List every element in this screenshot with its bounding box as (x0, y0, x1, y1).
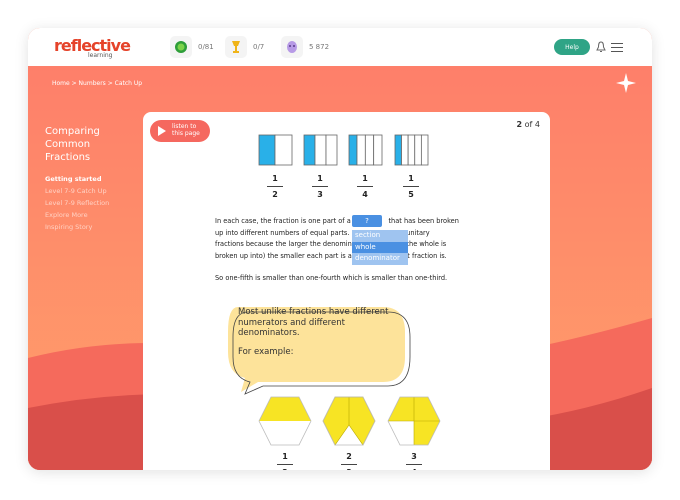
answer-dropdown[interactable]: ? (352, 215, 382, 227)
numerator: 1 (362, 174, 368, 183)
bar-part (274, 134, 293, 166)
stat-orbs[interactable]: 0/81 (170, 36, 214, 58)
stat-trophies[interactable]: 0/7 (225, 36, 264, 58)
paragraph-2: So one-fifth is smaller than one-fourth … (215, 274, 448, 282)
sidebar-nav: Getting started Level 7-9 Catch Up Level… (45, 173, 109, 233)
bar-part (401, 134, 409, 166)
bubble-example: For example: (238, 346, 294, 357)
fraction-label: 14 (355, 174, 375, 199)
stat-value: 0/7 (253, 43, 265, 51)
lesson-card: listen to this page 2 of 4 12131415 In e… (143, 112, 550, 470)
fraction-label: 13 (310, 174, 330, 199)
denominator: 4 (404, 468, 424, 470)
denominator: 5 (408, 190, 414, 199)
sidebar-item-explore-more[interactable]: Explore More (45, 209, 109, 221)
denominator: 4 (362, 190, 368, 199)
option-section[interactable]: section (352, 230, 408, 242)
page-total: of 4 (522, 120, 540, 129)
bar-part (258, 134, 276, 166)
denominator: 2 (275, 468, 295, 470)
bar-part (414, 134, 422, 166)
denominator: 3 (339, 468, 359, 470)
bar-part (325, 134, 338, 166)
option-denominator[interactable]: denominator (352, 253, 408, 265)
dropdown-options: section whole denominator (352, 230, 408, 265)
fraction-bar (394, 134, 429, 166)
stat-value: 5 872 (309, 43, 330, 51)
app-window: reflective learning 0/81 0/7 5 872 Help … (28, 28, 652, 470)
help-button[interactable]: Help (554, 39, 590, 55)
numerator: 1 (317, 174, 323, 183)
numerator: 1 (272, 174, 278, 183)
bubble-statement: Most unlike fractions have different num… (238, 307, 389, 338)
sidebar-item-inspiring-story[interactable]: Inspiring Story (45, 221, 109, 233)
stat-points[interactable]: 5 872 (281, 36, 329, 58)
monster-icon (287, 41, 297, 53)
hexagon-fraction (387, 396, 441, 446)
fraction-bar (348, 134, 383, 166)
sidebar-item-catch-up[interactable]: Level 7-9 Catch Up (45, 185, 109, 197)
bar-part (303, 134, 316, 166)
bar-part (356, 134, 366, 166)
bubble-text: Most unlike fractions have different num… (238, 307, 398, 357)
numerator: 3 (411, 452, 417, 461)
sidebar-item-reflection[interactable]: Level 7-9 Reflection (45, 197, 109, 209)
fraction-label: 15 (401, 174, 421, 199)
bell-icon[interactable] (596, 41, 606, 53)
fraction-label: 34 (404, 452, 424, 470)
bar-part (314, 134, 327, 166)
listen-button[interactable]: listen to this page (150, 120, 210, 142)
fraction-label: 23 (339, 452, 359, 470)
bar-part (348, 134, 358, 166)
fraction-bar (258, 134, 293, 166)
fraction-bar (303, 134, 338, 166)
hexagon-fraction (258, 396, 312, 446)
trophy-icon (232, 41, 240, 53)
logo-subtitle: learning (88, 52, 113, 59)
fraction-label: 12 (265, 174, 285, 199)
numerator: 1 (282, 452, 288, 461)
option-whole[interactable]: whole (352, 241, 408, 253)
denominator: 2 (272, 190, 278, 199)
bar-part (364, 134, 375, 166)
top-header: reflective learning 0/81 0/7 5 872 Help (28, 28, 652, 66)
bar-part (394, 134, 402, 166)
hexagon-fraction (322, 396, 376, 446)
fraction-label: 12 (275, 452, 295, 470)
bar-part (407, 134, 416, 166)
numerator: 2 (346, 452, 352, 461)
listen-label: listen to this page (172, 123, 200, 137)
bar-part (373, 134, 383, 166)
lesson-title: Comparing Common Fractions (45, 126, 100, 163)
denominator: 3 (317, 190, 323, 199)
sidebar-item-getting-started[interactable]: Getting started (45, 173, 109, 185)
play-icon (158, 126, 166, 136)
green-orb-icon (175, 41, 187, 53)
bar-part (420, 134, 429, 166)
numerator: 1 (408, 174, 414, 183)
menu-icon[interactable] (611, 43, 623, 54)
page-indicator: 2 of 4 (517, 120, 540, 129)
stat-value: 0/81 (198, 43, 214, 51)
breadcrumb[interactable]: Home > Numbers > Catch Up (52, 80, 142, 87)
